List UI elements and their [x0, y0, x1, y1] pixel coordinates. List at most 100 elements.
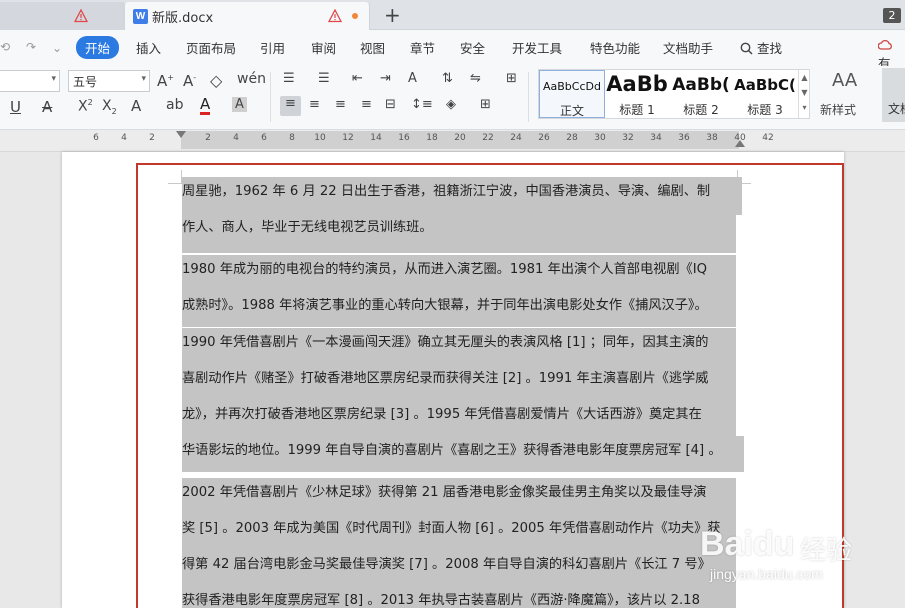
ruler-tick-label: 8 — [289, 133, 295, 143]
chevron-down-icon: ▾ — [141, 74, 146, 84]
writer-doc-icon: W — [133, 8, 148, 24]
ruler-marker-left[interactable] — [176, 131, 186, 138]
font-name-select[interactable]: ▾ — [0, 70, 60, 92]
borders-icon[interactable]: ⊞ — [480, 97, 491, 112]
ribbon-divider — [528, 72, 529, 122]
watermark-logo: Baidu — [700, 525, 795, 563]
grow-font-icon[interactable]: A+ — [157, 72, 174, 90]
style-gallery: AaBbCcDd 正文 AaBb 标题 1 AaBb( 标题 2 AaBbC( … — [538, 69, 810, 119]
distributed-icon[interactable]: ⊟ — [385, 97, 396, 112]
tab-bar: W 新版.docx + 2 — [0, 0, 905, 30]
tab-active-document[interactable]: W 新版.docx — [124, 2, 370, 30]
redo-arrow-icon[interactable]: ⟲ — [0, 40, 10, 54]
increase-indent-icon[interactable]: ⇥ — [380, 71, 391, 86]
doc-button[interactable]: 文档 — [882, 68, 905, 122]
ruler-tick-label: 30 — [594, 133, 606, 143]
ribbon-divider — [270, 72, 271, 122]
new-style-label[interactable]: 新样式 — [820, 101, 856, 118]
ruler-tick-label: 22 — [482, 133, 494, 143]
ruler-tick-label: 14 — [370, 133, 382, 143]
menu-search[interactable]: 查找 — [740, 38, 782, 57]
ruler-tick-label: 6 — [93, 133, 99, 143]
underline-icon[interactable]: U — [10, 98, 21, 116]
new-style-icon[interactable]: AA — [832, 70, 857, 91]
ruler-tick-label: 4 — [233, 133, 239, 143]
redo-icon[interactable]: ↷ — [26, 40, 36, 54]
tab-previous[interactable] — [0, 2, 124, 30]
menu-reference[interactable]: 引用 — [260, 38, 285, 57]
chevron-down-icon: ▾ — [51, 74, 56, 84]
ruler-tick-label: 18 — [426, 133, 438, 143]
ruler-tick-label: 28 — [566, 133, 578, 143]
gallery-scroll[interactable]: ▲ ▼ ▾ — [798, 70, 810, 118]
ruler-tick-label: 26 — [538, 133, 550, 143]
unsaved-dot-icon — [352, 13, 358, 19]
ruler-tick-label: 38 — [706, 133, 718, 143]
ruler-tick-label: 32 — [622, 133, 634, 143]
ruler-tick-label: 42 — [762, 133, 774, 143]
style-heading-1[interactable]: AaBb 标题 1 — [605, 70, 669, 118]
menu-developer[interactable]: 开发工具 — [512, 38, 562, 57]
ruler-tick-label: 12 — [342, 133, 354, 143]
menu-insert[interactable]: 插入 — [136, 38, 161, 57]
style-heading-2[interactable]: AaBb( 标题 2 — [669, 70, 733, 118]
ruler-tick-label: 36 — [678, 133, 690, 143]
strikethrough-icon[interactable]: A — [42, 98, 52, 116]
numbered-list-icon[interactable]: ☰ — [318, 71, 330, 86]
menu-page-layout[interactable]: 页面布局 — [186, 38, 236, 57]
ruler-tick-label: 6 — [261, 133, 267, 143]
new-tab-button[interactable]: + — [384, 3, 401, 27]
table-border-icon[interactable]: ⊞ — [506, 71, 517, 86]
char-shading-icon[interactable]: A — [232, 97, 247, 112]
style-normal[interactable]: AaBbCcDd 正文 — [539, 70, 605, 118]
text-effect-icon[interactable]: A — [131, 97, 141, 115]
show-marks-icon[interactable]: ⇋ — [470, 71, 481, 86]
menu-start[interactable]: 开始 — [76, 36, 120, 59]
style-name: 标题 1 — [619, 103, 655, 117]
doc-button-label: 文档 — [888, 102, 905, 116]
search-label: 查找 — [756, 41, 782, 56]
menu-security[interactable]: 安全 — [460, 38, 485, 57]
highlight-icon[interactable]: ab — [166, 97, 183, 113]
ruler-tick-label: 2 — [205, 133, 211, 143]
phonetic-icon[interactable]: wén — [237, 71, 266, 87]
bullet-list-icon[interactable]: ☰ — [283, 71, 295, 86]
menu-review[interactable]: 审阅 — [311, 38, 336, 57]
align-left-icon[interactable]: ≡ — [280, 96, 301, 116]
ruler-tick-label: 4 — [121, 133, 127, 143]
ruler-tick-label: 24 — [510, 133, 522, 143]
watermark-url: jingyan.baidu.com — [710, 566, 823, 582]
font-size-select[interactable]: 五号 ▾ — [68, 70, 150, 92]
window-count-badge[interactable]: 2 — [883, 8, 901, 23]
watermark-cn: 经验 — [800, 536, 853, 566]
clear-format-icon[interactable]: ◇ — [210, 71, 222, 90]
ruler-tick-label: 20 — [454, 133, 466, 143]
justify-icon[interactable]: ≡ — [361, 97, 372, 112]
style-sample: AaBbCcDd — [543, 80, 601, 93]
line-spacing-icon[interactable]: ↕≡ — [411, 97, 433, 112]
menu-doc-assistant[interactable]: 文档助手 — [663, 38, 713, 57]
sort-icon[interactable]: ⇅ — [442, 71, 453, 86]
warning-icon — [327, 8, 343, 23]
style-name: 正文 — [559, 104, 584, 118]
shading-icon[interactable]: ◈ — [446, 97, 456, 112]
font-size-value: 五号 — [73, 74, 98, 89]
align-center-icon[interactable]: ≡ — [309, 97, 320, 112]
decrease-indent-icon[interactable]: ⇤ — [352, 71, 363, 86]
font-color-icon[interactable]: A — [200, 96, 211, 115]
style-heading-3[interactable]: AaBbC( 标题 3 — [733, 70, 797, 118]
ruler-tick-label: 10 — [314, 133, 326, 143]
align-right-icon[interactable]: ≡ — [335, 97, 346, 112]
search-icon — [740, 42, 753, 55]
superscript-icon[interactable]: X2 — [78, 98, 93, 115]
style-sample: AaBb — [606, 72, 668, 96]
quick-access-dropdown-icon[interactable]: ⌄ — [52, 41, 62, 55]
ruler-tick-label: 16 — [398, 133, 410, 143]
shrink-font-icon[interactable]: A- — [183, 72, 196, 90]
subscript-icon[interactable]: X2 — [102, 98, 117, 116]
chinese-layout-icon[interactable]: A — [408, 71, 417, 86]
ruler-tick-label: 2 — [149, 133, 155, 143]
menu-view[interactable]: 视图 — [360, 38, 385, 57]
menu-features[interactable]: 特色功能 — [590, 38, 640, 57]
menu-section[interactable]: 章节 — [410, 38, 435, 57]
